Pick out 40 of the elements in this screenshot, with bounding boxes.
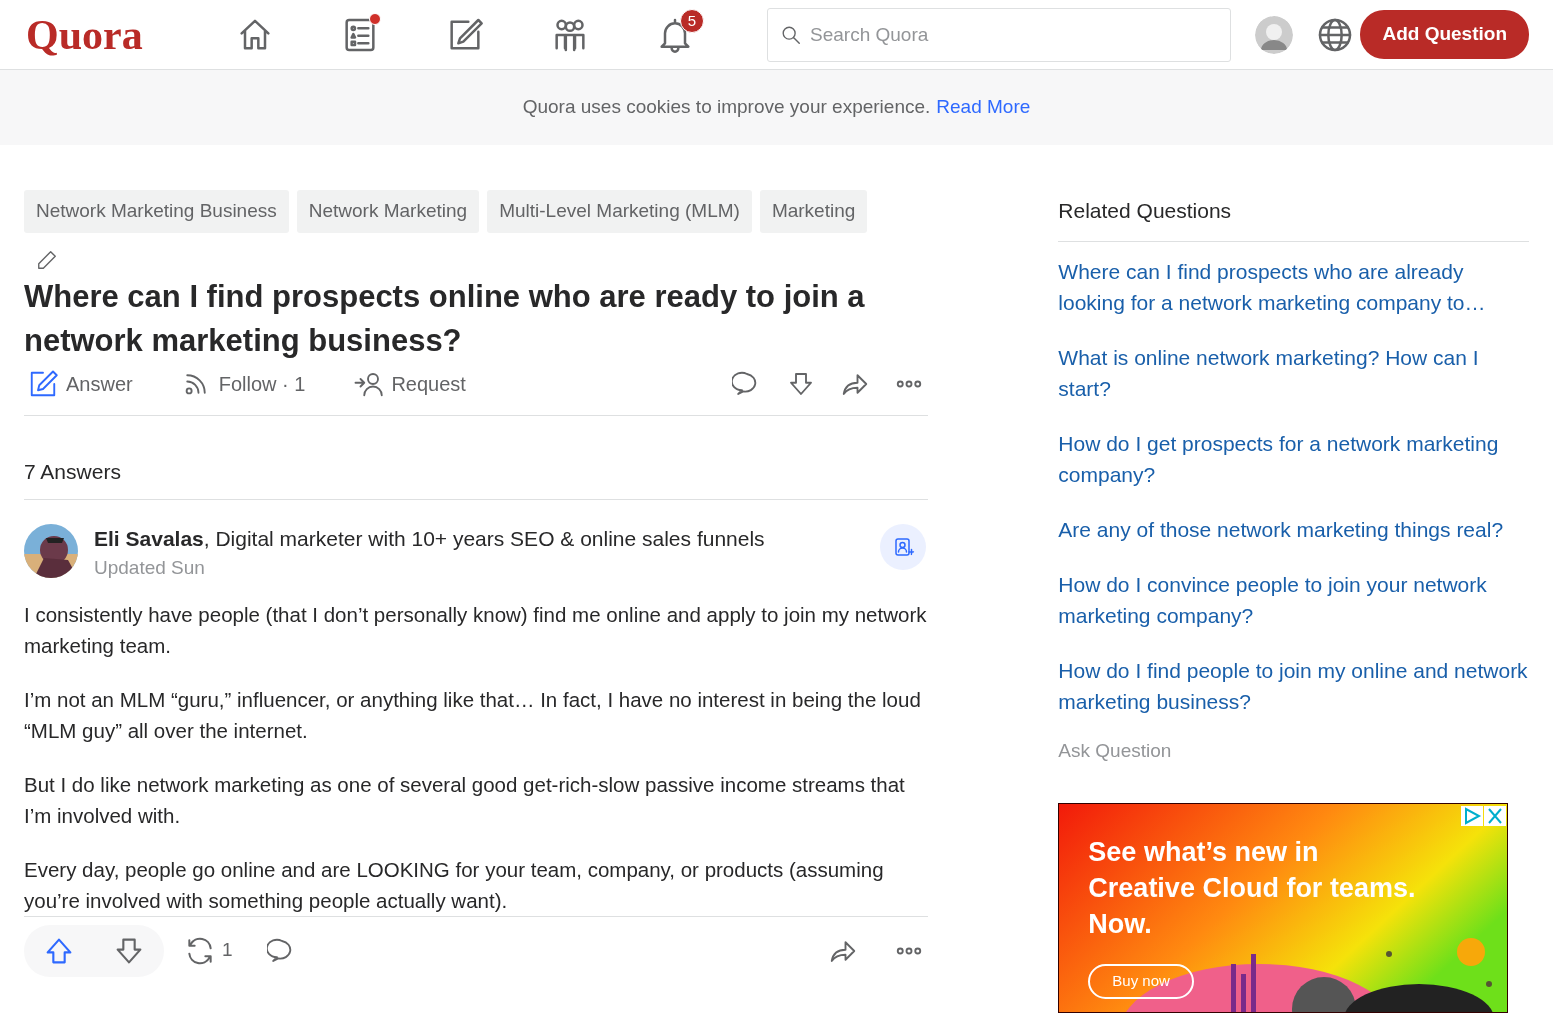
ad-headline: See what’s new in xyxy=(1088,836,1320,869)
topic-tag[interactable]: Network Marketing Business xyxy=(24,190,289,233)
follow-person-icon[interactable] xyxy=(880,524,927,570)
author-credential: , Digital marketer with 10+ years SEO & online sales funnels xyxy=(203,527,765,550)
follow-button[interactable]: Follow · 1 xyxy=(180,368,306,399)
avatar[interactable] xyxy=(1255,15,1293,54)
reshare-count: 1 xyxy=(222,938,233,963)
ask-question-link[interactable]: Ask Question xyxy=(1058,736,1529,765)
topic-tag[interactable]: Network Marketing xyxy=(296,190,480,233)
close-icon[interactable] xyxy=(1484,806,1507,826)
logo[interactable]: Quora xyxy=(26,13,202,56)
notification-badge: 5 xyxy=(680,8,704,33)
question-title: Where can I find prospects online who are ready to join a network marketing business? xyxy=(24,277,866,360)
ad-headline: Now. xyxy=(1088,908,1153,941)
related-questions-heading: Related Questions xyxy=(1058,190,1529,242)
answer-paragraph: I’m not an MLM “guru,” influencer, or anything like that… In fact, I have no interest in being the loud “MLM guy” all over the internet. xyxy=(24,686,922,744)
answer-paragraph: But I do like network marketing as one of several good get-rich-slow passive income streams that I’m involved with. xyxy=(24,771,906,829)
related-question-link[interactable]: How do I get prospects for a network marketing company? xyxy=(1058,427,1529,490)
related-question-link[interactable]: How do I find people to join my online and network marketing business? xyxy=(1058,654,1529,717)
pencil-icon[interactable] xyxy=(36,248,58,271)
request-button[interactable]: Request xyxy=(353,368,466,399)
answers-count: 7 Answers xyxy=(24,415,929,500)
updated-date: Updated Sun xyxy=(94,556,206,580)
related-question-link[interactable]: Where can I find prospects who are already looking for a network marketing company to… xyxy=(1058,255,1529,318)
answer-button[interactable]: Answer xyxy=(28,368,133,399)
ad-info-icon[interactable] xyxy=(1461,806,1484,826)
related-question-link[interactable]: How do I convince people to join your network marketing company? xyxy=(1058,568,1529,631)
add-question-button[interactable]: Add Question xyxy=(1360,10,1529,59)
topic-tag[interactable]: Multi-Level Marketing (MLM) xyxy=(487,190,752,233)
ad-headline: Creative Cloud for teams. xyxy=(1088,872,1416,905)
answer-paragraph: Every day, people go online and are LOOKING for your team, company, or products (assuming you’re involved with something people actually want). xyxy=(24,856,885,914)
notification-dot xyxy=(369,12,381,25)
search-field[interactable]: Search Quora xyxy=(767,7,1231,62)
related-question-link[interactable]: What is online network marketing? How can I start? xyxy=(1058,341,1529,404)
related-question-link[interactable]: Are any of those network marketing things real? xyxy=(1058,513,1529,545)
cookie-text: Quora uses cookies to improve your experience. xyxy=(522,95,931,120)
read-more-link[interactable]: Read More xyxy=(936,93,1031,122)
topic-tag[interactable]: Marketing xyxy=(759,190,868,233)
author-name[interactable]: Eli Savalas xyxy=(94,527,204,550)
answer-paragraph: I consistently have people (that I don’t personally know) find me online and apply to join my network marketing team. xyxy=(24,601,928,659)
